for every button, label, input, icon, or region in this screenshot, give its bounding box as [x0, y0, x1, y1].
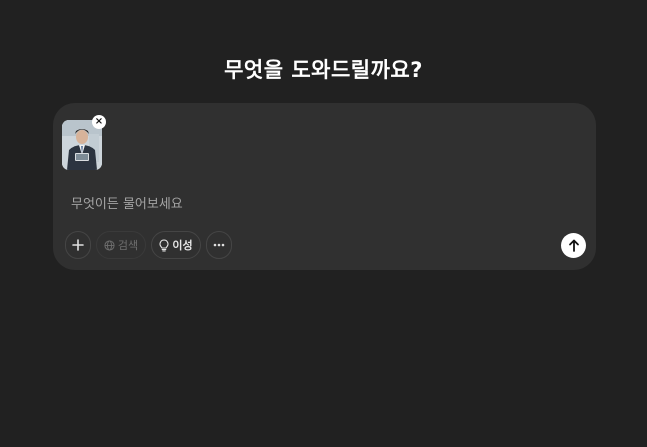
- arrow-up-icon: [568, 239, 579, 252]
- page-title: 무엇을 도와드릴까요?: [224, 58, 423, 82]
- plus-icon: [72, 239, 84, 251]
- search-toggle-label: 검색: [117, 239, 139, 252]
- send-button[interactable]: [561, 233, 586, 258]
- more-options-button[interactable]: [206, 231, 232, 259]
- reason-toggle-label: 이성: [172, 239, 193, 252]
- add-attachment-button[interactable]: [65, 231, 91, 259]
- chat-home: 무엇을 도와드릴까요? × 무엇이든 물어보세요 검색 이성: [0, 0, 647, 447]
- reason-toggle-button[interactable]: 이성: [151, 231, 201, 259]
- globe-icon: [104, 239, 115, 251]
- close-icon: ×: [94, 116, 104, 127]
- prompt-input[interactable]: [71, 193, 551, 215]
- prompt-composer: × 검색 이성: [53, 103, 596, 270]
- remove-attachment-button[interactable]: ×: [92, 115, 106, 129]
- ellipsis-icon: [213, 243, 225, 247]
- lightbulb-icon: [159, 238, 169, 252]
- search-toggle-button[interactable]: 검색: [96, 231, 146, 259]
